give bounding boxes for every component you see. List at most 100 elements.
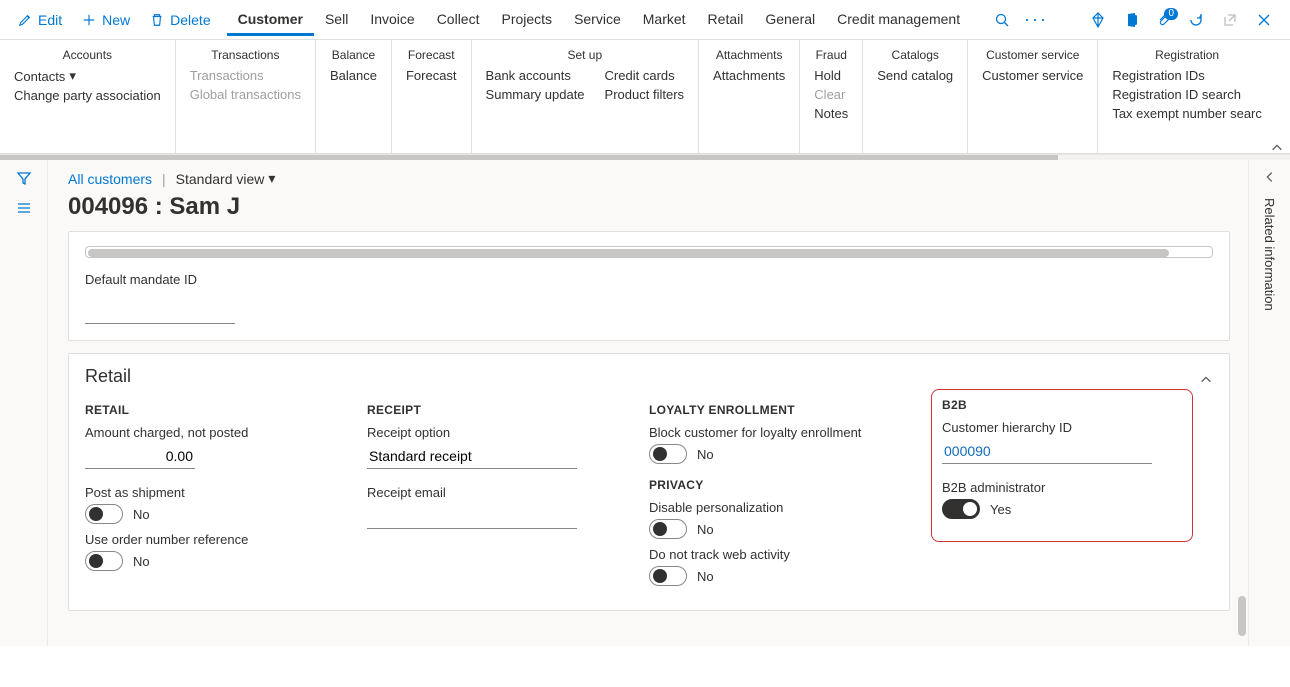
post-as-shipment-label: Post as shipment: [85, 485, 347, 500]
ribbon-transactions: Transactions: [190, 68, 301, 83]
ribbon-group-balance: Balance Balance: [316, 40, 392, 153]
b2b-admin-label: B2B administrator: [942, 480, 1182, 495]
ribbon-tax-exempt-search[interactable]: Tax exempt number searc: [1112, 106, 1262, 121]
ribbon-registration-id-search[interactable]: Registration ID search: [1112, 87, 1262, 102]
do-not-track-toggle[interactable]: [649, 566, 687, 586]
b2b-admin-value: Yes: [990, 502, 1011, 517]
breadcrumb-all-customers[interactable]: All customers: [68, 171, 152, 187]
privacy-group-title: PRIVACY: [649, 478, 911, 492]
search-icon[interactable]: [992, 10, 1012, 30]
attachments-icon[interactable]: 0: [1156, 12, 1172, 28]
ribbon-credit-cards[interactable]: Credit cards: [605, 68, 684, 83]
top-action-bar: Edit New Delete Customer Sell Invoice Co…: [0, 0, 1290, 40]
chevron-down-icon: ▾: [268, 170, 275, 187]
tab-market[interactable]: Market: [632, 3, 697, 36]
hierarchy-id-label: Customer hierarchy ID: [942, 420, 1182, 435]
hierarchy-id-input[interactable]: [942, 439, 1152, 464]
ribbon-customer-service[interactable]: Customer service: [982, 68, 1083, 83]
inner-horizontal-scrollbar[interactable]: [85, 246, 1213, 258]
ribbon-group-attachments: Attachments Attachments: [699, 40, 800, 153]
chevron-up-icon[interactable]: [1199, 373, 1213, 387]
col-receipt: RECEIPT Receipt option Receipt email: [367, 395, 649, 594]
disable-personalization-toggle[interactable]: [649, 519, 687, 539]
default-mandate-label: Default mandate ID: [85, 272, 1213, 287]
edit-button[interactable]: Edit: [8, 6, 72, 34]
diamond-icon[interactable]: [1088, 10, 1108, 30]
ribbon-balance[interactable]: Balance: [330, 68, 377, 83]
view-selector[interactable]: Standard view ▾: [176, 170, 276, 187]
ribbon-registration-ids[interactable]: Registration IDs: [1112, 68, 1262, 83]
new-button[interactable]: New: [72, 6, 140, 34]
tab-collect[interactable]: Collect: [426, 3, 491, 36]
default-mandate-input[interactable]: [85, 299, 235, 324]
chevron-left-icon[interactable]: [1263, 170, 1277, 184]
ribbon-group-fraud: Fraud Hold Clear Notes: [800, 40, 863, 153]
close-icon[interactable]: [1254, 10, 1274, 30]
ribbon-group-forecast: Forecast Forecast: [392, 40, 472, 153]
amount-charged-input[interactable]: [85, 444, 195, 469]
col-b2b: B2B Customer hierarchy ID B2B administra…: [931, 395, 1213, 594]
post-as-shipment-value: No: [133, 507, 150, 522]
ribbon-title-transactions: Transactions: [190, 48, 301, 62]
ribbon-forecast[interactable]: Forecast: [406, 68, 457, 83]
ribbon-change-party[interactable]: Change party association: [14, 88, 161, 103]
ribbon-product-filters[interactable]: Product filters: [605, 87, 684, 102]
retail-group-title: RETAIL: [85, 403, 347, 417]
plus-icon: [82, 13, 96, 27]
ribbon-notes[interactable]: Notes: [814, 106, 848, 121]
block-loyalty-toggle[interactable]: [649, 444, 687, 464]
tab-service[interactable]: Service: [563, 3, 632, 36]
col-retail: RETAIL Amount charged, not posted Post a…: [85, 395, 367, 594]
ribbon-group-customer-service: Customer service Customer service: [968, 40, 1098, 153]
do-not-track-value: No: [697, 569, 714, 584]
ribbon-contacts[interactable]: Contacts▾: [14, 68, 161, 84]
office-icon[interactable]: [1122, 10, 1142, 30]
ribbon-group-registration: Registration Registration IDs Registrati…: [1098, 40, 1276, 153]
page-title: 004096 : Sam J: [68, 191, 1230, 231]
mandate-card: Default mandate ID: [68, 231, 1230, 341]
ribbon-attachments[interactable]: Attachments: [713, 68, 785, 83]
tab-sell[interactable]: Sell: [314, 3, 359, 36]
list-icon[interactable]: [16, 200, 32, 216]
b2b-admin-toggle[interactable]: [942, 499, 980, 519]
popout-icon[interactable]: [1220, 10, 1240, 30]
b2b-group-title: B2B: [942, 398, 1182, 412]
receipt-group-title: RECEIPT: [367, 403, 629, 417]
receipt-email-input[interactable]: [367, 504, 577, 529]
filter-icon[interactable]: [16, 170, 32, 186]
refresh-icon[interactable]: [1186, 10, 1206, 30]
new-label: New: [102, 12, 130, 28]
b2b-highlight-box: B2B Customer hierarchy ID B2B administra…: [931, 389, 1193, 542]
block-loyalty-label: Block customer for loyalty enrollment: [649, 425, 911, 440]
use-order-ref-toggle[interactable]: [85, 551, 123, 571]
ribbon-hold[interactable]: Hold: [814, 68, 848, 83]
ribbon-group-catalogs: Catalogs Send catalog: [863, 40, 968, 153]
ribbon-title-registration: Registration: [1112, 48, 1262, 62]
tab-invoice[interactable]: Invoice: [359, 3, 425, 36]
tab-retail[interactable]: Retail: [697, 3, 755, 36]
retail-section-title[interactable]: Retail: [85, 364, 131, 395]
receipt-option-label: Receipt option: [367, 425, 629, 440]
tab-general[interactable]: General: [754, 3, 826, 36]
pencil-icon: [18, 13, 32, 27]
ribbon-collapse-icon[interactable]: [1270, 141, 1284, 155]
tab-customer[interactable]: Customer: [227, 3, 314, 36]
delete-button[interactable]: Delete: [140, 6, 220, 34]
disable-personalization-value: No: [697, 522, 714, 537]
ribbon-global-transactions: Global transactions: [190, 87, 301, 102]
ribbon-send-catalog[interactable]: Send catalog: [877, 68, 953, 83]
content-vertical-scrollbar[interactable]: [1238, 596, 1246, 636]
block-loyalty-value: No: [697, 447, 714, 462]
tab-projects[interactable]: Projects: [490, 3, 563, 36]
related-information-label[interactable]: Related information: [1262, 198, 1277, 311]
view-label: Standard view: [176, 171, 265, 187]
ribbon-group-transactions: Transactions Transactions Global transac…: [176, 40, 316, 153]
col-loyalty-privacy: LOYALTY ENROLLMENT Block customer for lo…: [649, 395, 931, 594]
breadcrumb-divider: |: [162, 171, 166, 187]
receipt-option-input[interactable]: [367, 444, 577, 469]
tab-credit-management[interactable]: Credit management: [826, 3, 971, 36]
post-as-shipment-toggle[interactable]: [85, 504, 123, 524]
ribbon-summary-update[interactable]: Summary update: [486, 87, 585, 102]
more-icon[interactable]: ···: [1026, 10, 1046, 30]
ribbon-bank-accounts[interactable]: Bank accounts: [486, 68, 585, 83]
